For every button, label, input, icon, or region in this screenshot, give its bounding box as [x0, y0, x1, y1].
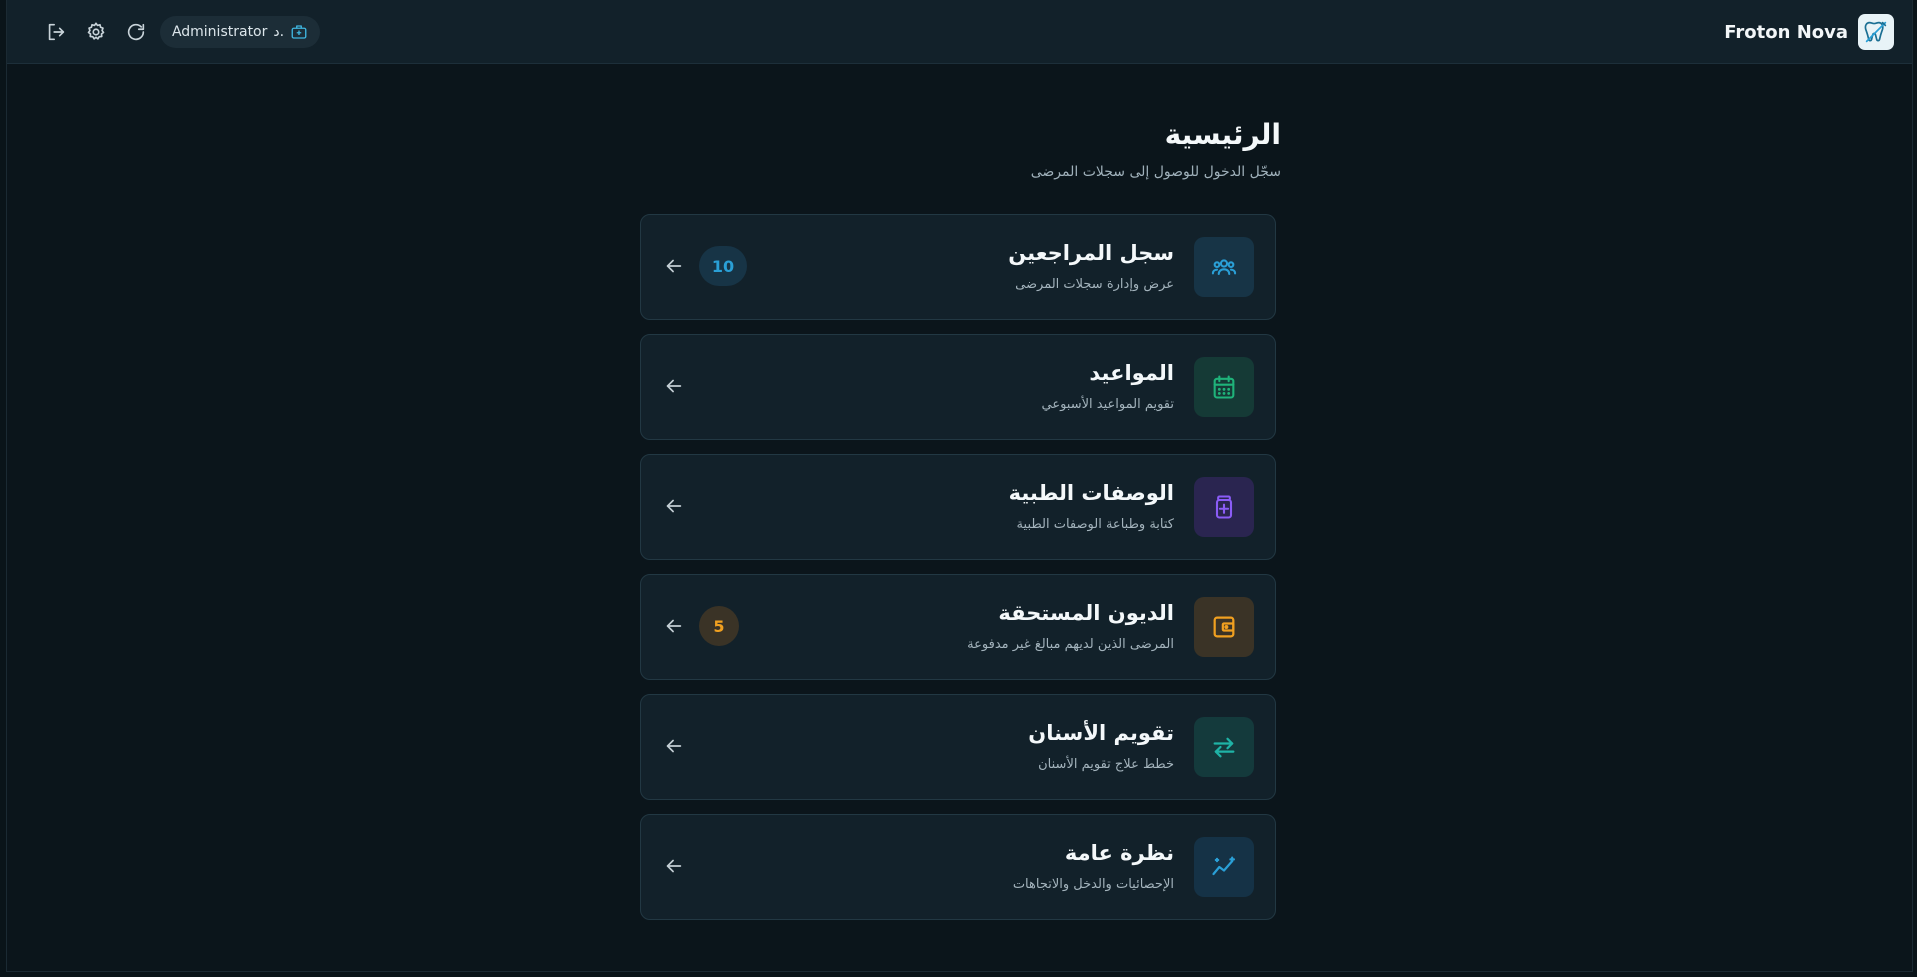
- page-subtitle: سجّل الدخول للوصول إلى سجلات المرضى: [1030, 164, 1281, 180]
- user-badge[interactable]: Administrator د.: [160, 16, 320, 48]
- wallet-icon: [1194, 597, 1254, 657]
- brand: Froton Nova: [1724, 13, 1894, 51]
- page-title: الرئيسية: [1164, 118, 1281, 151]
- card-orthodontics[interactable]: تقويم الأسنان خطط علاج تقويم الأسنان: [640, 694, 1276, 800]
- top-header: Administrator د. Froton Nova: [7, 0, 1912, 64]
- arrow-left-icon: [666, 499, 682, 513]
- card-description: عرض وإدارة سجلات المرضى: [1015, 277, 1174, 292]
- calendar-icon: [1194, 357, 1254, 417]
- module-card-list: سجل المراجعين عرض وإدارة سجلات المرضى 10…: [640, 214, 1276, 934]
- medicine-icon: [1194, 477, 1254, 537]
- settings-button[interactable]: [81, 17, 111, 47]
- doctor-badge-icon: [291, 25, 307, 39]
- card-prescriptions[interactable]: الوصفات الطبية كتابة وطباعة الوصفات الطب…: [640, 454, 1276, 560]
- count-badge: 5: [699, 606, 739, 646]
- card-description: المرضى الذين لديهم مبالغ غير مدفوعة: [967, 637, 1174, 652]
- count-badge: 10: [699, 246, 747, 286]
- arrow-left-icon: [666, 859, 682, 873]
- brand-name: Froton Nova: [1724, 21, 1848, 43]
- arrow-left-icon: [666, 739, 682, 753]
- card-appointments[interactable]: المواعيد تقويم المواعيد الأسبوعي: [640, 334, 1276, 440]
- trend-sparkle-icon: [1194, 837, 1254, 897]
- card-overview[interactable]: نظرة عامة الإحصائيات والدخل والاتجاهات: [640, 814, 1276, 920]
- card-title: تقويم الأسنان: [1028, 721, 1174, 745]
- app-window: Administrator د. Froton Nova الرئيسية سج…: [6, 0, 1913, 972]
- swap-arrows-icon: [1194, 717, 1254, 777]
- card-outstanding-debts[interactable]: الديون المستحقة المرضى الذين لديهم مبالغ…: [640, 574, 1276, 680]
- logout-button[interactable]: [41, 17, 71, 47]
- card-description: تقويم المواعيد الأسبوعي: [1041, 397, 1174, 412]
- tooth-logo-icon: [1858, 14, 1894, 50]
- card-description: كتابة وطباعة الوصفات الطبية: [1016, 517, 1174, 532]
- card-description: خطط علاج تقويم الأسنان: [1038, 757, 1174, 772]
- card-patients-log[interactable]: سجل المراجعين عرض وإدارة سجلات المرضى 10: [640, 214, 1276, 320]
- users-icon: [1194, 237, 1254, 297]
- gear-icon: [87, 22, 105, 40]
- user-name: Administrator: [171, 24, 268, 40]
- refresh-icon: [127, 23, 145, 41]
- card-title: المواعيد: [1089, 361, 1174, 385]
- logout-icon: [48, 23, 65, 41]
- card-title: نظرة عامة: [1064, 841, 1174, 865]
- user-title-prefix: د.: [273, 24, 285, 40]
- card-description: الإحصائيات والدخل والاتجاهات: [1012, 877, 1174, 892]
- refresh-button[interactable]: [121, 17, 151, 47]
- card-title: الوصفات الطبية: [1008, 481, 1174, 505]
- arrow-left-icon: [666, 379, 682, 393]
- card-title: سجل المراجعين: [1008, 241, 1174, 265]
- card-title: الديون المستحقة: [998, 601, 1174, 625]
- arrow-left-icon: [666, 619, 682, 633]
- arrow-left-icon: [666, 259, 682, 273]
